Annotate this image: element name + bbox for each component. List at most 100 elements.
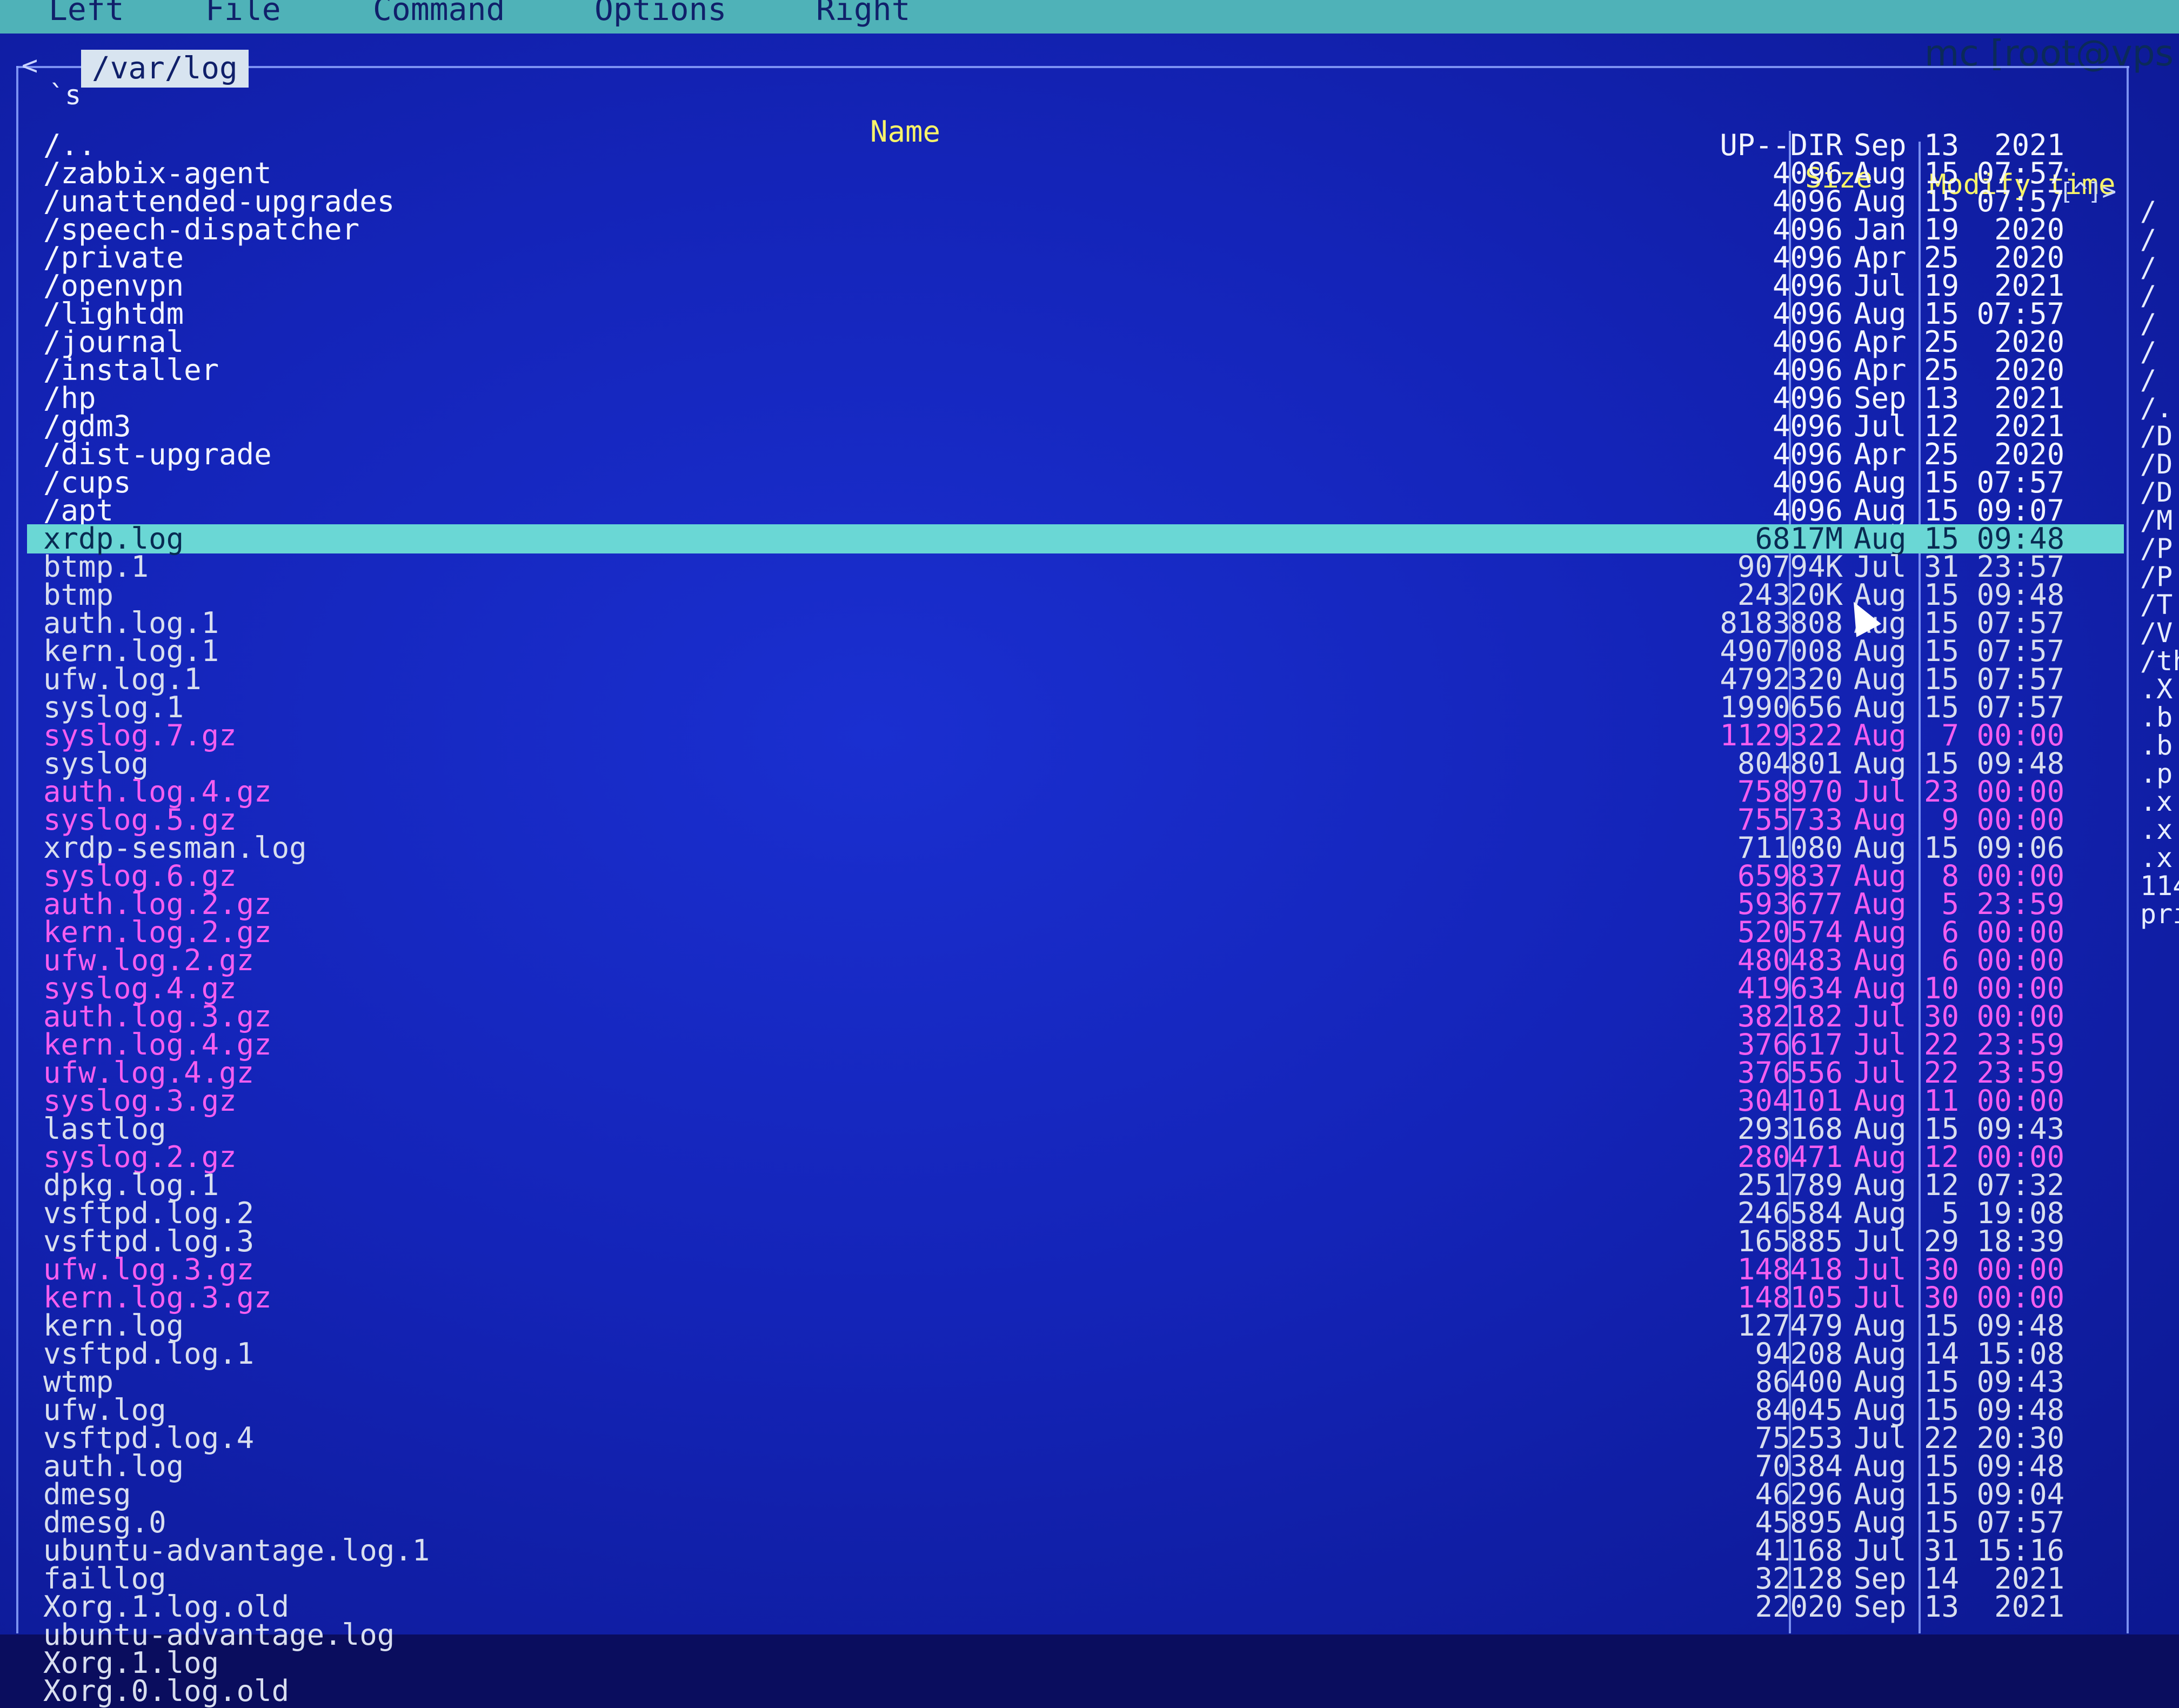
file-row[interactable]: auth.log.4.gz 758970 Jul 23 00:00 — [27, 777, 2124, 806]
file-name: /unattended-upgrades — [43, 184, 395, 218]
file-row[interactable]: syslog.4.gz 419634 Aug 10 00:00 — [27, 974, 2124, 1003]
file-row[interactable]: auth.log 70384 Aug 15 09:48 — [27, 1452, 2124, 1481]
directory-row[interactable]: /.. UP--DIR Sep 13 2021 — [27, 131, 2124, 160]
file-row[interactable]: vsftpd.log.3 165885 Jul 29 18:39 — [27, 1227, 2124, 1256]
file-row[interactable]: vsftpd.log.2 246584 Aug 5 19:08 — [27, 1199, 2124, 1228]
file-row[interactable]: syslog.2.gz 280471 Aug 12 00:00 — [27, 1143, 2124, 1172]
right-panel-entry[interactable]: /V — [2140, 617, 2173, 649]
file-row[interactable]: syslog.6.gz 659837 Aug 8 00:00 — [27, 862, 2124, 891]
file-row[interactable]: kern.log 127479 Aug 15 09:48 — [27, 1311, 2124, 1340]
file-row[interactable]: syslog 804801 Aug 15 09:48 — [27, 749, 2124, 778]
file-row[interactable]: ubuntu-advantage.log.1 41168 Jul 31 15:16 — [27, 1536, 2124, 1565]
right-panel-entry[interactable]: .x — [2140, 842, 2173, 873]
menu-file[interactable]: File — [205, 0, 281, 26]
right-panel-entry[interactable]: /M — [2140, 505, 2173, 536]
file-row[interactable]: Xorg.0.log.old — [27, 1677, 2124, 1706]
right-panel-entry[interactable]: .b — [2140, 702, 2173, 733]
file-row[interactable]: syslog.5.gz 755733 Aug 9 00:00 — [27, 805, 2124, 835]
file-row[interactable]: dmesg 46296 Aug 15 09:04 — [27, 1480, 2124, 1509]
menu-command[interactable]: Command — [373, 0, 505, 26]
menu-right[interactable]: Right — [816, 0, 911, 26]
file-row[interactable]: auth.log.2.gz 593677 Aug 5 23:59 — [27, 890, 2124, 919]
file-row[interactable]: kern.log.2.gz 520574 Aug 6 00:00 — [27, 918, 2124, 947]
right-panel-entry[interactable]: / — [2140, 196, 2156, 227]
file-row[interactable]: ubuntu-advantage.log — [27, 1620, 2124, 1650]
file-row[interactable]: wtmp 86400 Aug 15 09:43 — [27, 1367, 2124, 1397]
file-modify-time: Aug 15 07:57 — [1854, 1505, 2065, 1539]
directory-row[interactable]: /hp 4096 Sep 13 2021 — [27, 384, 2124, 413]
menu-options[interactable]: Options — [594, 0, 726, 26]
right-panel-entry[interactable]: .x — [2140, 814, 2173, 845]
directory-row[interactable]: /gdm3 4096 Jul 12 2021 — [27, 412, 2124, 441]
file-size: 804801 — [1737, 746, 1843, 780]
right-panel-partial[interactable]: ////////./D/D/D/M/P/P/T/V/th.X.b.b.p.x.x… — [2140, 34, 2179, 1634]
directory-row[interactable]: /journal 4096 Apr 25 2020 — [27, 328, 2124, 357]
file-row[interactable]: ufw.log.2.gz 480483 Aug 6 00:00 — [27, 946, 2124, 975]
directory-row[interactable]: /dist-upgrade 4096 Apr 25 2020 — [27, 440, 2124, 469]
selected-file-row[interactable]: xrdp.log 6817M Aug 15 09:48 — [27, 524, 2124, 553]
right-panel-entry[interactable]: 114 — [2140, 870, 2179, 902]
directory-row[interactable]: /openvpn 4096 Jul 19 2021 — [27, 271, 2124, 301]
right-panel-entry[interactable]: /P — [2140, 533, 2173, 564]
file-name: kern.log.1 — [43, 634, 219, 668]
file-row[interactable]: ufw.log.1 4792320 Aug 15 07:57 — [27, 665, 2124, 694]
right-panel-entry[interactable]: /th — [2140, 645, 2179, 677]
file-row[interactable]: ufw.log.4.gz 376556 Jul 22 23:59 — [27, 1058, 2124, 1087]
file-row[interactable]: faillog 32128 Sep 14 2021 — [27, 1564, 2124, 1593]
directory-row[interactable]: /apt 4096 Aug 15 09:07 — [27, 496, 2124, 525]
directory-row[interactable]: /installer 4096 Apr 25 2020 — [27, 356, 2124, 385]
right-panel-entry[interactable]: pri — [2140, 898, 2179, 930]
file-row[interactable]: xrdp-sesman.log 711080 Aug 15 09:06 — [27, 833, 2124, 863]
file-row[interactable]: kern.log.3.gz 148105 Jul 30 00:00 — [27, 1283, 2124, 1312]
file-row[interactable]: ufw.log.3.gz 148418 Jul 30 00:00 — [27, 1255, 2124, 1284]
file-name: ubuntu-advantage.log — [43, 1618, 395, 1652]
file-row[interactable]: dpkg.log.1 251789 Aug 12 07:32 — [27, 1171, 2124, 1200]
file-row[interactable]: vsftpd.log.4 75253 Jul 22 20:30 — [27, 1424, 2124, 1453]
file-row[interactable]: auth.log.1 8183808 Aug 15 07:57 — [27, 609, 2124, 638]
file-row[interactable]: syslog.3.gz 304101 Aug 11 00:00 — [27, 1086, 2124, 1116]
file-row[interactable]: lastlog 293168 Aug 15 09:43 — [27, 1115, 2124, 1144]
file-row[interactable]: auth.log.3.gz 382182 Jul 30 00:00 — [27, 1002, 2124, 1031]
file-row[interactable]: syslog.1 1990656 Aug 15 07:57 — [27, 693, 2124, 722]
right-panel-entry[interactable]: / — [2140, 336, 2156, 368]
file-modify-time: Aug 15 09:04 — [1854, 1477, 2065, 1511]
right-panel-entry[interactable]: /. — [2140, 392, 2173, 424]
directory-row[interactable]: /speech-dispatcher 4096 Jan 19 2020 — [27, 215, 2124, 244]
file-size: 4096 — [1772, 437, 1843, 471]
file-modify-time: Jul 30 00:00 — [1854, 1252, 2065, 1286]
file-row[interactable]: btmp 24320K Aug 15 09:48 — [27, 581, 2124, 610]
file-row[interactable]: kern.log.1 4907008 Aug 15 07:57 — [27, 637, 2124, 666]
directory-row[interactable]: /lightdm 4096 Aug 15 07:57 — [27, 299, 2124, 329]
file-modify-time: Sep 14 2021 — [1854, 1562, 2065, 1596]
file-row[interactable]: vsftpd.log.1 94208 Aug 14 15:08 — [27, 1339, 2124, 1369]
right-panel-entry[interactable]: / — [2140, 364, 2156, 396]
file-row[interactable]: ufw.log 84045 Aug 15 09:48 — [27, 1396, 2124, 1425]
right-panel-entry[interactable]: / — [2140, 280, 2156, 311]
directory-row[interactable]: /zabbix-agent 4096 Aug 15 07:57 — [27, 159, 2124, 188]
right-panel-entry[interactable]: /D — [2140, 421, 2173, 452]
right-panel-entry[interactable]: /D — [2140, 477, 2173, 508]
right-panel-entry[interactable]: .x — [2140, 786, 2173, 817]
right-panel-entry[interactable]: /T — [2140, 589, 2173, 621]
file-size: UP--DIR — [1720, 128, 1843, 162]
menu-left[interactable]: Left — [49, 0, 124, 26]
left-file-panel[interactable]: < /var/log `s Name Size Modify time . [^… — [16, 34, 2129, 1706]
file-row[interactable]: dmesg.0 45895 Aug 15 07:57 — [27, 1508, 2124, 1537]
right-panel-entry[interactable]: .X — [2140, 673, 2173, 705]
directory-row[interactable]: /unattended-upgrades 4096 Aug 15 07:57 — [27, 187, 2124, 216]
right-panel-entry[interactable]: /P — [2140, 561, 2173, 592]
file-row[interactable]: Xorg.1.log — [27, 1649, 2124, 1678]
directory-row[interactable]: /private 4096 Apr 25 2020 — [27, 243, 2124, 272]
right-panel-entry[interactable]: /D — [2140, 449, 2173, 480]
directory-row[interactable]: /cups 4096 Aug 15 07:57 — [27, 468, 2124, 497]
file-row[interactable]: btmp.1 90794K Jul 31 23:57 — [27, 552, 2124, 582]
right-panel-entry[interactable]: .p — [2140, 758, 2173, 789]
right-panel-entry[interactable]: / — [2140, 224, 2156, 255]
file-name: lastlog — [43, 1112, 166, 1146]
right-panel-entry[interactable]: / — [2140, 252, 2156, 283]
file-row[interactable]: kern.log.4.gz 376617 Jul 22 23:59 — [27, 1030, 2124, 1059]
file-row[interactable]: Xorg.1.log.old 22020 Sep 13 2021 — [27, 1592, 2124, 1622]
right-panel-entry[interactable]: / — [2140, 308, 2156, 339]
file-row[interactable]: syslog.7.gz 1129322 Aug 7 00:00 — [27, 721, 2124, 750]
right-panel-entry[interactable]: .b — [2140, 730, 2173, 761]
